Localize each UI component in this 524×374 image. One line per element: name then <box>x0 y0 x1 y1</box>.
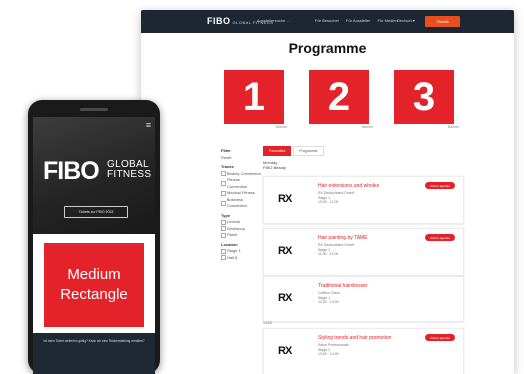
main-nav: Für Besucher Für Aussteller Für Medien <box>315 18 398 23</box>
filter-checkbox[interactable]: Panel <box>221 232 261 239</box>
exhibitor-search[interactable]: Ausstellersuche ... <box>257 18 290 23</box>
hero-banner: ≡ FIBO GLOBAL FITNESS Tickets zur FIBO 20… <box>33 117 155 234</box>
ad-banner-2[interactable]: 2 <box>309 70 369 124</box>
programme-tabs: Favourites Programme <box>263 146 324 156</box>
phone-screen: ≡ FIBO GLOBAL FITNESS Tickets zur FIBO 20… <box>33 117 155 374</box>
session-details: Coiffeur Salon Stage 1 12:00 - 13:00 <box>318 291 341 304</box>
add-to-agenda-button[interactable]: Add to agenda <box>425 182 455 189</box>
phone-footer: Ist mein Ticket weiterhin gültig? Kann i… <box>33 333 155 374</box>
session-title[interactable]: Styling trends and hair promotion <box>318 335 391 341</box>
session-card[interactable]: RX Hair extensions and wholes RX Deutsch… <box>263 176 464 224</box>
language-selector[interactable]: Deutsch ▾ <box>397 18 415 23</box>
rx-logo: RX <box>278 292 292 304</box>
tab-favourites[interactable]: Favourites <box>263 146 292 156</box>
session-title[interactable]: Hair painting by TAME <box>318 235 368 241</box>
ad-banner-1[interactable]: 1 <box>224 70 284 124</box>
day-label: Monday FIBO Beauty <box>263 160 286 170</box>
add-to-agenda-button[interactable]: Add to agenda <box>425 234 455 241</box>
tickets-cta-button[interactable]: Tickets zur FIBO 2023 <box>64 206 128 218</box>
tickets-button[interactable]: Tickets <box>425 16 460 27</box>
hamburger-menu-icon[interactable]: ≡ <box>146 120 151 130</box>
nav-item-visitors[interactable]: Für Besucher <box>315 18 339 23</box>
session-title[interactable]: Traditional hairdresser <box>318 283 368 289</box>
top-navigation-bar: FIBO GLOBAL FITNESS Ausstellersuche ... F… <box>141 10 514 33</box>
add-to-agenda-button[interactable]: Add to agenda <box>425 334 455 341</box>
nav-item-exhibitors[interactable]: Für Aussteller <box>346 18 370 23</box>
ad-banner-3[interactable]: 3 <box>394 70 454 124</box>
mobile-phone-preview: ≡ FIBO GLOBAL FITNESS Tickets zur FIBO 20… <box>28 100 160 374</box>
rx-logo: RX <box>278 345 292 357</box>
session-details: RX Deutschland GmbH Stage 1 10:00 - 11:00 <box>318 191 355 204</box>
filter-checkbox[interactable]: Hall 6 <box>221 255 261 262</box>
time-separator: 13:00 <box>263 321 272 325</box>
day-track: FIBO Beauty <box>263 165 286 170</box>
session-details: Salon Professionals Stage 1 13:00 - 14:00 <box>318 343 349 356</box>
footer-text: Ist mein Ticket weiterhin gültig? Kann i… <box>43 339 145 343</box>
ad-banner-3-label: Banner <box>448 125 460 129</box>
nav-item-media[interactable]: Für Medien <box>377 18 397 23</box>
fibo-brand: FIBO <box>43 157 100 185</box>
filter-sidebar: Filter Reset Tracks Beauty Convention Fi… <box>221 145 261 261</box>
desktop-preview: FIBO GLOBAL FITNESS Ausstellersuche ... F… <box>141 10 514 374</box>
tab-programme[interactable]: Programme <box>293 146 324 156</box>
ad-banner-1-label: Banner <box>276 125 288 129</box>
session-card[interactable]: RX Hair painting by TAME RX Deutschland … <box>263 228 464 276</box>
rx-logo: RX <box>278 245 292 257</box>
session-card[interactable]: RX Traditional hairdresser Coiffeur Salo… <box>263 276 464 322</box>
filter-checkbox[interactable]: Fitness Convention <box>221 177 261 190</box>
page-title: Programme <box>288 40 367 56</box>
rx-logo: RX <box>278 193 292 205</box>
ad-banner-2-label: Banner <box>362 125 374 129</box>
phone-speaker <box>80 108 108 111</box>
filter-checkbox[interactable]: Business Convention <box>221 197 261 210</box>
medium-rectangle-ad[interactable]: Medium Rectangle <box>44 243 144 327</box>
session-card[interactable]: RX Styling trends and hair promotion Sal… <box>263 328 464 374</box>
filter-reset-link[interactable]: Reset <box>221 155 261 162</box>
session-title[interactable]: Hair extensions and wholes <box>318 183 379 189</box>
session-details: RX Deutschland GmbH Stage 1 11:00 - 12:00 <box>318 243 355 256</box>
global-fitness-text: GLOBAL FITNESS <box>107 159 152 180</box>
